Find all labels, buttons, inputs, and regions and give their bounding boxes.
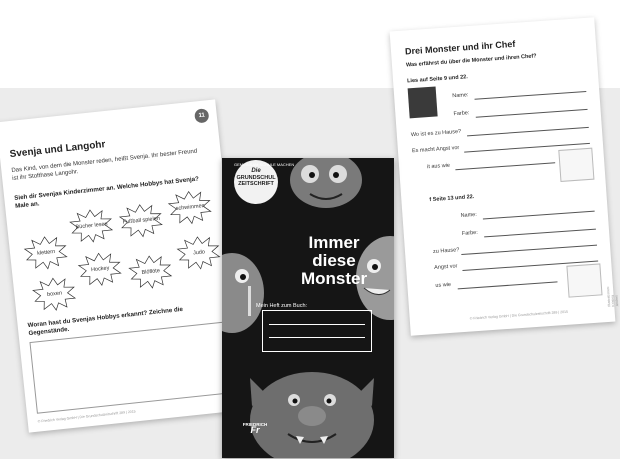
name-label: Name:: [452, 92, 469, 100]
color-label: Farbe:: [453, 110, 470, 118]
hobby-star: klettern: [23, 234, 70, 272]
cover-title-line-3: Monster: [300, 269, 368, 288]
color-label: Farbe:: [461, 229, 478, 237]
home-question: Wo ist es zu Hause?: [410, 128, 462, 139]
answer-line: [484, 228, 596, 238]
fear-question: Angst vor: [434, 263, 458, 271]
cover-label: Mein Heft zum Buch:: [256, 303, 308, 309]
worksheet-monster-chef: Drei Monster und ihr Chef Was erfährst d…: [389, 17, 620, 336]
answer-line: [474, 90, 587, 100]
name-box: [262, 310, 372, 352]
hobby-label: Blöflöte: [141, 268, 161, 276]
drawing-box: [566, 263, 603, 298]
answer-line: [457, 281, 558, 290]
page-badge: 11: [194, 108, 210, 124]
name-label: Name:: [460, 211, 478, 220]
publisher-mark: Fr: [250, 425, 260, 435]
hobby-label: boxen: [46, 290, 63, 298]
answer-line: [482, 210, 595, 220]
hobby-star: Blöflöte: [127, 253, 174, 291]
hobby-star: schwimmen: [167, 188, 214, 226]
worksheet-title: Svenja und Langohr: [9, 139, 106, 161]
answer-line: [467, 126, 589, 137]
section-heading: Lies auf Seite 9 und 22.: [406, 74, 469, 85]
home-question: zu Hause?: [432, 247, 460, 256]
hobby-star: Judo: [175, 234, 222, 272]
worksheet-svenja: 11 Svenja und Langohr Das Kind, von dem …: [0, 99, 248, 433]
answer-line: [455, 162, 556, 171]
looks-question: us wie: [435, 281, 452, 289]
hobby-label: Bücher lesen: [75, 221, 108, 231]
name-line: [269, 337, 365, 338]
hobby-star: Hockey: [77, 250, 124, 288]
logo-die: Die: [251, 168, 261, 174]
hobby-label: klettern: [36, 248, 56, 257]
monster-image: [407, 86, 438, 119]
cover-title: Immer diese Monster: [284, 234, 384, 288]
publisher-logo: FRIEDRICH Fr: [240, 422, 270, 435]
answer-line: [461, 244, 598, 256]
answer-line: [475, 108, 588, 118]
logo-tagline: GEMEINSAM SCHULE MACHEN: [234, 162, 295, 167]
name-line: [269, 324, 365, 325]
cover-title-line-2: diese: [312, 251, 356, 270]
worksheet-subtitle: Was erfährst du über die Monster und ihr…: [405, 53, 537, 69]
hobby-label: Judo: [192, 249, 206, 257]
hobby-label: Hockey: [90, 265, 110, 274]
cover-title-line-1: Immer: [308, 233, 360, 252]
booklet-cover: GEMEINSAM SCHULE MACHEN Die GRUNDSCHUL Z…: [222, 158, 394, 458]
side-note: Illustrationen: Kristina Andres: [605, 285, 620, 308]
drawing-box: [558, 147, 595, 182]
logo-line-2: ZEITSCHRIFT: [238, 181, 274, 187]
hobby-label: Fußball spielen: [122, 215, 161, 226]
fear-question: Es macht Angst vor: [411, 144, 460, 155]
hobby-star: Fußball spielen: [118, 202, 165, 240]
hobby-star: Bücher lesen: [68, 207, 115, 245]
section-heading: f Seite 13 und 22.: [429, 194, 475, 204]
hobby-label: schwimmen: [175, 203, 206, 213]
hobby-star: boxen: [31, 275, 78, 313]
drawing-area: [29, 321, 234, 414]
worksheet-title: Drei Monster und ihr Chef: [404, 38, 516, 57]
monster-illustration: [222, 158, 394, 458]
worksheet-footer: © Friedrich Verlag GmbH | Die Grundschul…: [469, 309, 569, 321]
looks-question: it aus wie: [426, 162, 451, 171]
